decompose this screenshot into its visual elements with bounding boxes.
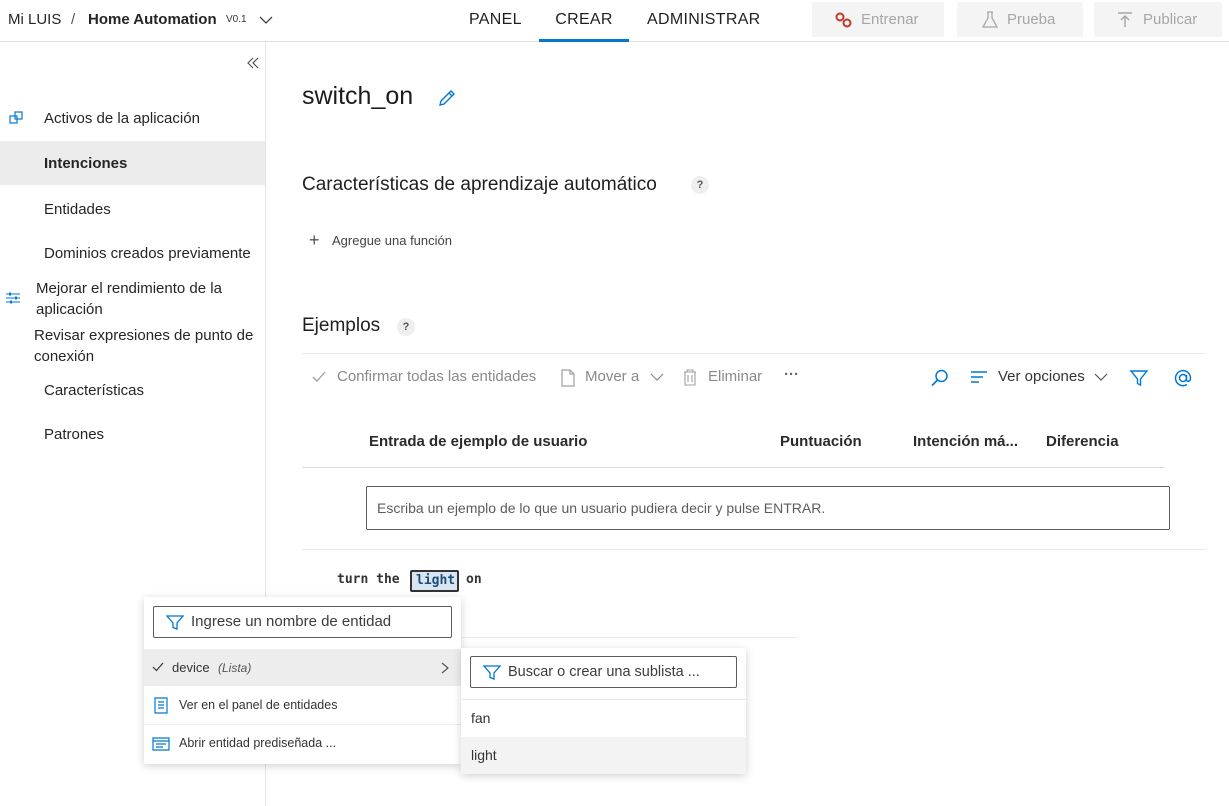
open-prebuilt-label: Abrir entidad prediseñada ...	[179, 736, 337, 750]
sidebar-item-label: Características	[44, 382, 145, 399]
tab-crear[interactable]: CREAR	[539, 0, 629, 42]
divider	[302, 467, 1165, 468]
app-version: V0.1	[226, 14, 247, 25]
column-header-difference[interactable]: Diferencia	[1046, 433, 1119, 450]
sublist-search-input[interactable]: Buscar o crear una sublista ...	[470, 656, 737, 688]
features-help-icon[interactable]: ?	[691, 176, 709, 194]
sublist-item-fan[interactable]: fan	[461, 700, 746, 737]
chevron-down-icon	[650, 373, 664, 381]
confirm-all-label: Confirmar todas las entidades	[337, 368, 537, 385]
top-bar: Mi LUIS / Home Automation V0.1 PANEL CRE…	[0, 0, 1229, 42]
collapse-sidebar-icon[interactable]	[246, 56, 260, 70]
selected-token-text: light	[416, 573, 456, 588]
sidebar-item-entities[interactable]: Entidades	[0, 197, 265, 223]
view-in-panel-label: Ver en el panel de entidades	[179, 698, 338, 712]
entity-labeling-menu: Ingrese un nombre de entidad device (Lis…	[144, 597, 461, 764]
sidebar-item-label: Revisar expresiones de punto de conexión	[34, 327, 254, 365]
move-to-label: Mover a	[585, 368, 640, 385]
view-options-label: Ver opciones	[998, 368, 1085, 385]
sidebar-item-label: Intenciones	[44, 155, 128, 172]
trash-icon	[684, 369, 696, 386]
flask-icon	[982, 11, 998, 28]
column-header-score[interactable]: Puntuación	[780, 433, 862, 450]
breadcrumb-app-name[interactable]: Home Automation	[88, 0, 217, 40]
check-icon	[312, 371, 326, 382]
prebuilt-entity-icon	[152, 737, 170, 751]
examples-heading: Ejemplos	[302, 315, 381, 336]
view-in-entities-panel-item[interactable]: Ver en el panel de entidades	[144, 688, 461, 725]
open-prebuilt-entity-item[interactable]: Abrir entidad prediseñada ...	[144, 726, 461, 762]
chevron-down-icon	[1094, 373, 1108, 381]
filter-icon	[483, 665, 501, 680]
publish-icon	[1118, 12, 1132, 27]
utterance-text-before: turn the	[337, 572, 400, 587]
chevron-right-icon	[441, 662, 449, 674]
tab-panel[interactable]: PANEL	[469, 0, 522, 42]
sidebar-item-review-endpoint[interactable]: Revisar expresiones de punto de conexión	[0, 325, 265, 371]
version-chevron-down-icon[interactable]	[258, 12, 274, 28]
train-button[interactable]: Entrenar	[812, 2, 944, 37]
sidebar-item-label: Mejorar el rendimiento de la aplicación	[36, 280, 222, 318]
sidebar-item-label: Entidades	[44, 201, 111, 218]
more-options-button[interactable]: ···	[784, 364, 799, 386]
example-utterance-input[interactable]: Escriba un ejemplo de lo que un usuario …	[366, 486, 1170, 530]
entity-type: (Lista)	[218, 661, 252, 675]
train-label: Entrenar	[861, 11, 919, 28]
publish-button[interactable]: Publicar	[1094, 2, 1222, 37]
delete-label: Eliminar	[708, 368, 763, 385]
features-heading: Características de aprendizaje automátic…	[302, 174, 657, 195]
sidebar-item-intents[interactable]: Intenciones	[0, 141, 265, 185]
search-icon[interactable]	[930, 368, 950, 388]
breadcrumb-separator: /	[71, 11, 76, 28]
gears-icon	[835, 12, 852, 28]
filter-icon[interactable]	[1129, 368, 1149, 388]
test-label: Prueba	[1007, 11, 1056, 28]
lines-icon	[971, 371, 987, 383]
document-move-icon	[561, 369, 575, 387]
selected-token[interactable]: light	[410, 570, 459, 592]
sidebar-item-prebuilt-domains[interactable]: Dominios creados previamente	[0, 242, 265, 268]
sublist-search-placeholder: Buscar o crear una sublista ...	[508, 664, 700, 680]
sidebar-item-label: Dominios creados previamente	[44, 245, 251, 262]
utterance-text-after: on	[466, 572, 482, 587]
sidebar-item-features[interactable]: Características	[0, 379, 265, 405]
entity-name-search-input[interactable]: Ingrese un nombre de entidad	[153, 606, 452, 638]
assets-icon	[9, 111, 23, 124]
sublist-item-light[interactable]: light	[461, 737, 746, 774]
add-feature-label: Agregue una función	[332, 233, 452, 248]
sliders-icon	[6, 292, 20, 304]
edit-pencil-icon[interactable]	[437, 88, 457, 108]
check-icon	[152, 662, 164, 672]
examples-help-icon[interactable]: ?	[397, 318, 415, 336]
breadcrumb-root[interactable]: Mi LUIS	[8, 0, 61, 40]
sidebar-item-label: Patrones	[44, 426, 105, 443]
sidebar-item-improve-performance[interactable]: Mejorar el rendimiento de la aplicación	[0, 278, 265, 324]
filter-icon	[166, 615, 184, 630]
sublist-menu: Buscar o crear una sublista ... fan ligh…	[461, 648, 746, 774]
sidebar-item-label: Activos de la aplicación	[44, 110, 200, 127]
entity-name: device	[172, 660, 210, 675]
at-mention-icon[interactable]	[1173, 368, 1193, 388]
entity-search-placeholder: Ingrese un nombre de entidad	[191, 613, 392, 630]
entity-item-device[interactable]: device (Lista)	[144, 649, 461, 686]
divider	[302, 353, 1206, 354]
test-button[interactable]: Prueba	[957, 2, 1083, 37]
plus-icon: +	[309, 230, 320, 250]
document-list-icon	[154, 697, 168, 714]
sidebar-item-assets[interactable]: Activos de la aplicación	[0, 104, 265, 134]
publish-label: Publicar	[1143, 11, 1198, 28]
column-header-user-example[interactable]: Entrada de ejemplo de usuario	[369, 433, 587, 450]
column-header-top-intent[interactable]: Intención má...	[913, 433, 1018, 450]
intent-title: switch_on	[302, 82, 414, 110]
divider	[302, 549, 1206, 550]
sidebar-item-patterns[interactable]: Patrones	[0, 423, 265, 449]
tab-administrar[interactable]: ADMINISTRAR	[647, 0, 761, 42]
